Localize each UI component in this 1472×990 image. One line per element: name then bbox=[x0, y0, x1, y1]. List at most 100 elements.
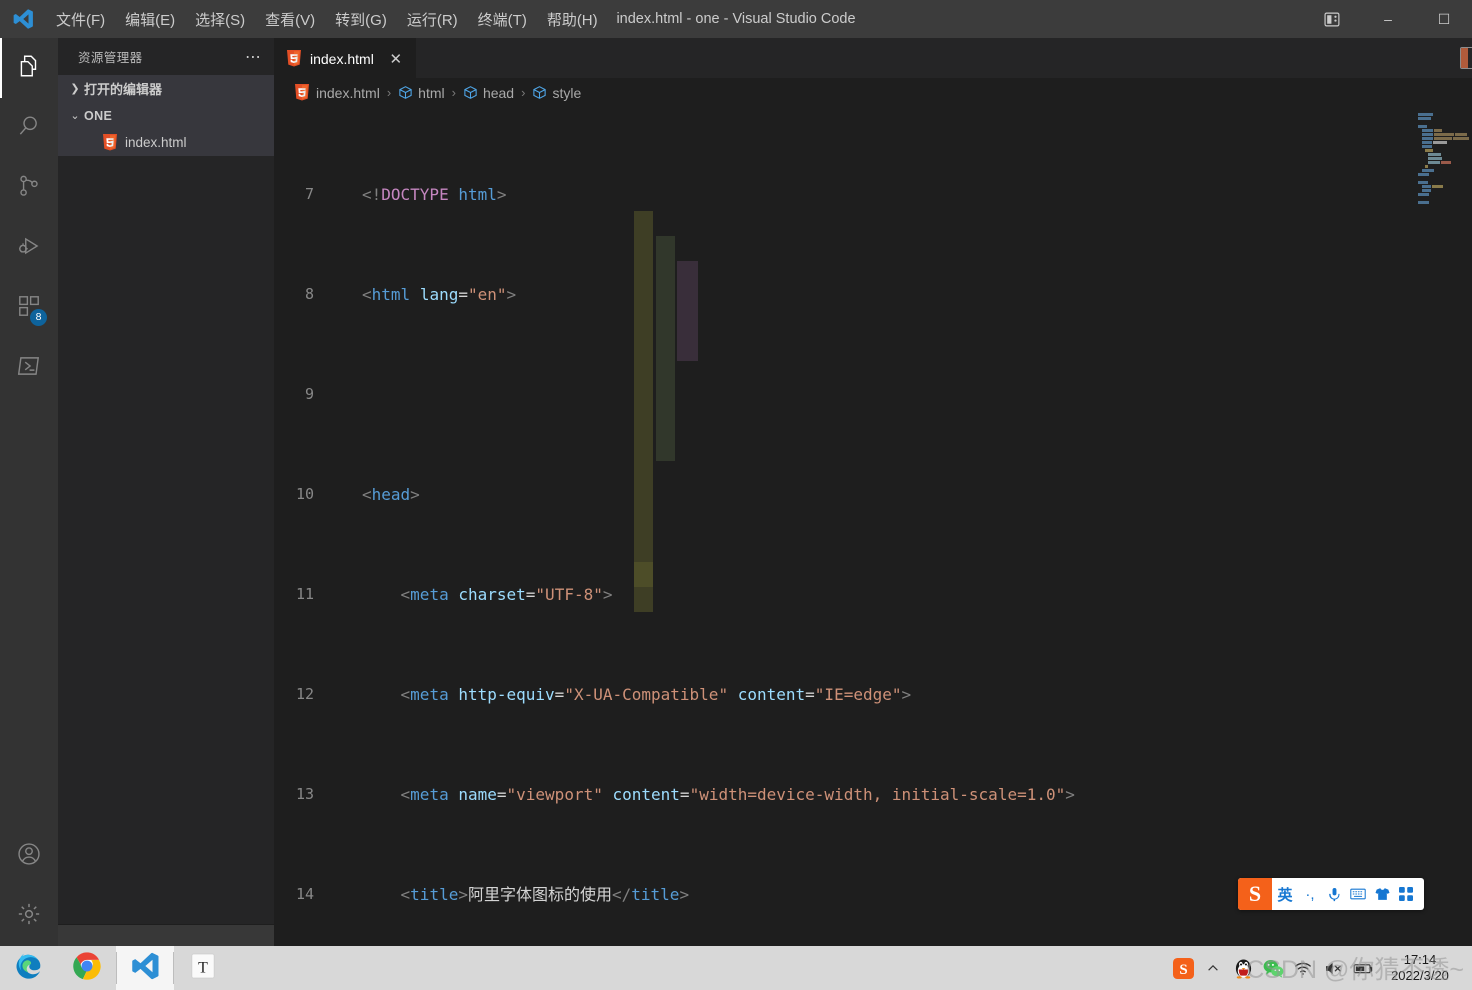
account-icon bbox=[16, 841, 42, 872]
activitybar-item-source-control[interactable] bbox=[0, 158, 58, 218]
breadcrumb-separator: › bbox=[451, 85, 456, 100]
taskbar-edge[interactable] bbox=[0, 946, 58, 990]
line-number: 8 bbox=[304, 285, 314, 303]
breadcrumb-item-style[interactable]: style bbox=[532, 85, 581, 101]
open-editors-label: 打开的编辑器 bbox=[84, 82, 163, 97]
menu-selection[interactable]: 选择(S) bbox=[185, 0, 255, 38]
line-text: <meta http-equiv="X-UA-Compatible" conte… bbox=[400, 685, 912, 704]
files-icon bbox=[16, 53, 42, 84]
breadcrumb-separator: › bbox=[521, 85, 526, 100]
activitybar-item-search[interactable] bbox=[0, 98, 58, 158]
apps-grid-icon[interactable] bbox=[1394, 878, 1418, 910]
system-tray: S 17:14 2022/3/20 bbox=[1168, 946, 1472, 990]
menu-run[interactable]: 运行(R) bbox=[397, 0, 468, 38]
explorer-collapsed-section[interactable] bbox=[58, 924, 274, 946]
code-editor[interactable]: 7 <!DOCTYPE html> 8 <html lang="en"> 9 1… bbox=[274, 107, 1472, 946]
sidebar-more-actions-icon[interactable]: ⋯ bbox=[245, 47, 262, 67]
editor-tab-bar: index.html ✕ bbox=[274, 38, 1472, 78]
menu-file[interactable]: 文件(F) bbox=[46, 0, 115, 38]
activity-bar: 8 bbox=[0, 38, 58, 946]
folder-name-label: ONE bbox=[84, 108, 113, 123]
code-line: 11 <meta charset="UTF-8"> bbox=[274, 582, 1472, 607]
activitybar-item-accounts[interactable] bbox=[0, 826, 58, 886]
line-text: <html lang="en"> bbox=[362, 285, 517, 304]
explorer-tree: ❯ 打开的编辑器 ⌄ ONE index.html bbox=[58, 75, 274, 156]
html5-icon bbox=[295, 84, 309, 101]
minimize-button[interactable]: – bbox=[1360, 0, 1416, 38]
taskbar-clock[interactable]: 17:14 2022/3/20 bbox=[1378, 952, 1466, 985]
breadcrumb-separator: › bbox=[386, 85, 392, 100]
symbol-cube-icon bbox=[398, 85, 413, 100]
taskbar-chrome[interactable] bbox=[58, 946, 116, 990]
chevron-up-icon[interactable] bbox=[1198, 946, 1228, 990]
menu-go[interactable]: 转到(G) bbox=[325, 0, 397, 38]
line-text: <!DOCTYPE html> bbox=[362, 185, 507, 204]
ime-input-mode-toggle[interactable]: 英 bbox=[1272, 878, 1298, 910]
qq-penguin-icon[interactable] bbox=[1228, 946, 1258, 990]
speaker-mute-icon[interactable] bbox=[1318, 946, 1348, 990]
line-number: 9 bbox=[304, 385, 314, 403]
sidebar-header: 资源管理器 ⋯ bbox=[58, 38, 274, 75]
vscode-icon bbox=[130, 951, 160, 986]
taskbar-typora[interactable]: T bbox=[174, 946, 232, 990]
explorer-section-open-editors[interactable]: ❯ 打开的编辑器 bbox=[58, 75, 274, 102]
microphone-icon[interactable] bbox=[1322, 878, 1346, 910]
code-line: 12 <meta http-equiv="X-UA-Compatible" co… bbox=[274, 682, 1472, 707]
tab-index-html[interactable]: index.html ✕ bbox=[274, 38, 416, 78]
line-text: <meta name="viewport" content="width=dev… bbox=[400, 785, 1075, 804]
edge-icon bbox=[14, 951, 44, 986]
activitybar-item-explorer[interactable] bbox=[0, 38, 58, 98]
breadcrumb-label: index.html bbox=[316, 84, 380, 101]
symbol-cube-icon bbox=[532, 85, 547, 100]
code-content[interactable]: 7 <!DOCTYPE html> 8 <html lang="en"> 9 1… bbox=[274, 107, 1472, 946]
title-bar: 文件(F) 编辑(E) 选择(S) 查看(V) 转到(G) 运行(R) 终端(T… bbox=[0, 0, 1472, 38]
sogou-s-icon[interactable]: S bbox=[1168, 946, 1198, 990]
taskbar-vscode[interactable] bbox=[116, 946, 174, 990]
svg-text:S: S bbox=[1179, 961, 1187, 977]
menu-terminal[interactable]: 终端(T) bbox=[468, 0, 537, 38]
breadcrumb-label: style bbox=[552, 84, 582, 101]
explorer-file-index-html[interactable]: index.html bbox=[58, 129, 274, 156]
activitybar-item-settings[interactable] bbox=[0, 886, 58, 946]
shirt-icon[interactable] bbox=[1370, 878, 1394, 910]
tab-label: index.html bbox=[310, 50, 374, 67]
explorer-folder-one[interactable]: ⌄ ONE bbox=[58, 102, 274, 129]
line-number: 13 bbox=[295, 785, 314, 803]
activitybar-item-extensions[interactable]: 8 bbox=[0, 278, 58, 338]
activitybar-item-terminal[interactable] bbox=[0, 338, 58, 398]
activitybar-item-run-and-debug[interactable] bbox=[0, 218, 58, 278]
close-icon[interactable]: ✕ bbox=[386, 49, 406, 69]
wifi-icon[interactable] bbox=[1288, 946, 1318, 990]
chrome-icon bbox=[72, 951, 102, 986]
sogou-s-icon[interactable]: S bbox=[1238, 878, 1272, 910]
wechat-icon[interactable] bbox=[1258, 946, 1288, 990]
menu-help[interactable]: 帮助(H) bbox=[537, 0, 608, 38]
svg-text:T: T bbox=[198, 959, 208, 976]
breadcrumb-item-file[interactable]: index.html bbox=[294, 84, 380, 101]
ime-punctuation-toggle[interactable]: ·, bbox=[1298, 878, 1322, 910]
run-and-debug-icon bbox=[16, 233, 42, 264]
menu-edit[interactable]: 编辑(E) bbox=[115, 0, 185, 38]
sogou-ime-toolbar[interactable]: S 英 ·, bbox=[1238, 878, 1424, 910]
breadcrumb-item-head[interactable]: head bbox=[463, 85, 514, 101]
battery-icon[interactable] bbox=[1348, 946, 1378, 990]
window-controls: – ☐ bbox=[1304, 0, 1472, 38]
editor-area: index.html ✕ index.html › html › head › … bbox=[274, 38, 1472, 946]
customize-layout-icon[interactable] bbox=[1304, 0, 1360, 38]
vscode-logo-icon bbox=[0, 0, 46, 38]
terminal-powershell-icon bbox=[16, 353, 42, 384]
code-line: 10 <head> bbox=[274, 482, 1472, 507]
line-text: <title>阿里字体图标的使用</title> bbox=[400, 885, 690, 904]
editor-actions bbox=[1460, 38, 1472, 78]
menu-view[interactable]: 查看(V) bbox=[255, 0, 325, 38]
windows-taskbar: T S 17:14 2022/3/20 CSDN @你猜不透~ bbox=[0, 946, 1472, 990]
code-line: 9 bbox=[274, 382, 1472, 407]
menu-bar: 文件(F) 编辑(E) 选择(S) 查看(V) 转到(G) 运行(R) 终端(T… bbox=[46, 0, 608, 38]
file-name-label: index.html bbox=[125, 135, 187, 150]
line-number: 11 bbox=[295, 585, 314, 603]
split-editor-icon[interactable] bbox=[1460, 47, 1472, 69]
maximize-button[interactable]: ☐ bbox=[1416, 0, 1472, 38]
breadcrumb-item-html[interactable]: html bbox=[398, 85, 445, 101]
minimap[interactable] bbox=[1414, 107, 1472, 946]
keyboard-icon[interactable] bbox=[1346, 878, 1370, 910]
